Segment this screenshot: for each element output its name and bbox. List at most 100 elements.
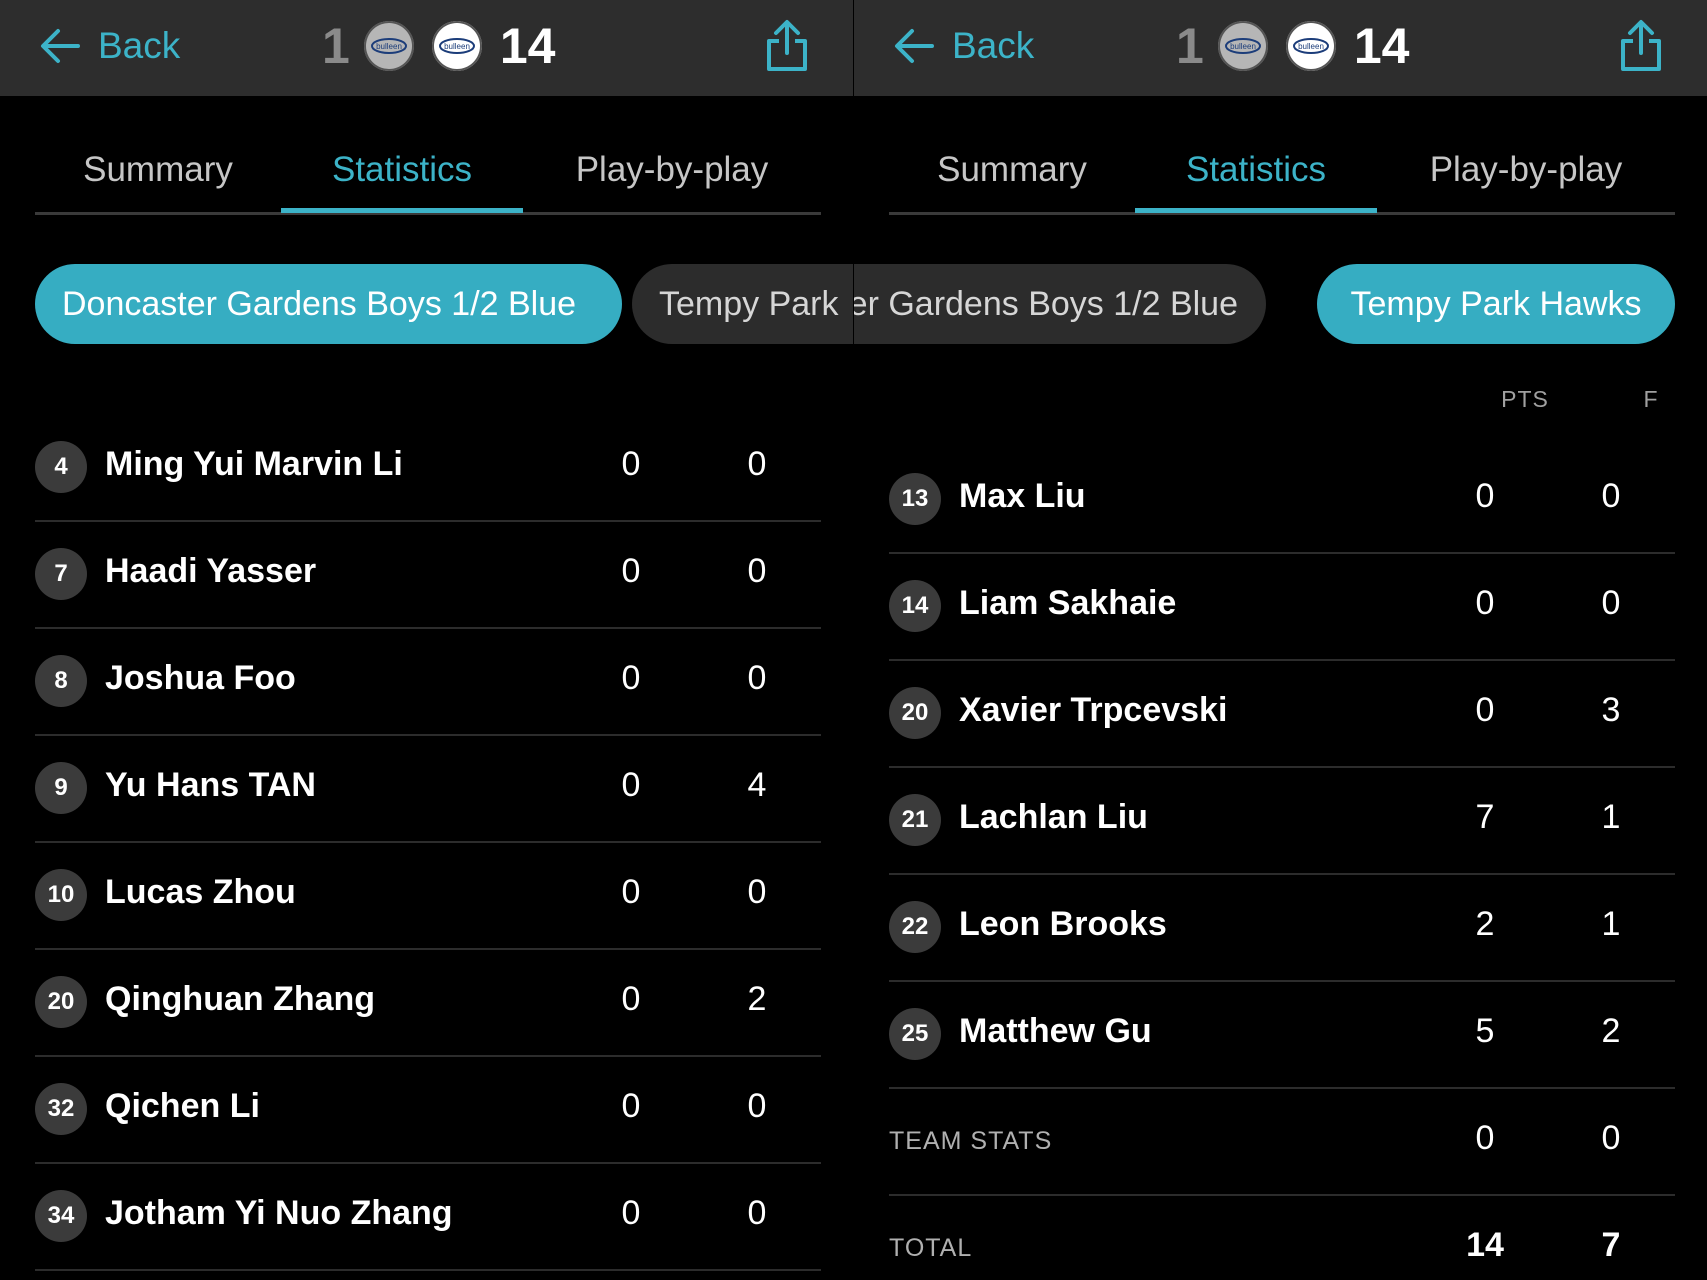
tab-summary[interactable]: Summary bbox=[35, 128, 281, 212]
tab-play-by-play[interactable]: Play-by-play bbox=[1377, 128, 1675, 212]
arrow-left-icon bbox=[41, 29, 80, 63]
back-button[interactable]: Back bbox=[890, 16, 1034, 76]
arrow-left-icon bbox=[895, 29, 934, 63]
player-row[interactable]: 22 Leon Brooks 2 1 bbox=[889, 875, 1675, 982]
fouls-value: 1 bbox=[1601, 798, 1621, 836]
total-label: TOTAL bbox=[889, 1234, 973, 1262]
pts-value: 0 bbox=[621, 445, 641, 483]
fouls-value: 0 bbox=[747, 659, 767, 697]
player-row[interactable]: 8 Joshua Foo 0 0 bbox=[35, 629, 821, 736]
svg-text:bulleen: bulleen bbox=[1230, 42, 1256, 51]
team-pill-tempy-park-hawks[interactable]: Tempy Park Hawks bbox=[1317, 264, 1675, 344]
player-name: Matthew Gu bbox=[959, 1012, 1152, 1050]
team-stats-row: TEAM STATS 0 0 bbox=[889, 1089, 1675, 1196]
svg-text:bulleen: bulleen bbox=[444, 42, 470, 51]
pts-value: 0 bbox=[621, 1194, 641, 1232]
fouls-value: 0 bbox=[1601, 477, 1621, 515]
player-row[interactable]: 32 Qichen Li 0 0 bbox=[35, 1057, 821, 1164]
player-name: Liam Sakhaie bbox=[959, 584, 1177, 622]
tab-statistics[interactable]: Statistics bbox=[281, 128, 523, 212]
jersey-number: 14 bbox=[889, 580, 941, 632]
home-score: 1 bbox=[322, 18, 350, 74]
fouls-value: 0 bbox=[747, 1087, 767, 1125]
jersey-number: 22 bbox=[889, 901, 941, 953]
player-name: Qichen Li bbox=[105, 1087, 260, 1125]
player-row[interactable]: 4 Ming Yui Marvin Li 0 0 bbox=[35, 415, 821, 522]
team-stats-fouls: 0 bbox=[1601, 1119, 1621, 1157]
jersey-number: 21 bbox=[889, 794, 941, 846]
top-bar: Back 1 bulleen bulleen 14 bbox=[854, 0, 1707, 96]
total-fouls: 7 bbox=[1601, 1226, 1621, 1264]
svg-text:bulleen: bulleen bbox=[1298, 42, 1324, 51]
scoreboard: 1 bulleen bulleen 14 bbox=[322, 10, 555, 82]
active-tab-indicator bbox=[281, 208, 523, 213]
team-stats-label: TEAM STATS bbox=[889, 1127, 1053, 1155]
home-team-logo-icon: bulleen bbox=[1217, 21, 1268, 71]
back-button[interactable]: Back bbox=[36, 16, 180, 76]
pts-value: 0 bbox=[621, 552, 641, 590]
away-score: 14 bbox=[1353, 18, 1410, 74]
active-tab-indicator bbox=[1135, 208, 1377, 213]
player-row[interactable]: 14 Liam Sakhaie 0 0 bbox=[889, 554, 1675, 661]
player-row[interactable]: 10 Lucas Zhou 0 0 bbox=[35, 843, 821, 950]
jersey-number: 4 bbox=[35, 441, 87, 493]
fouls-value: 0 bbox=[747, 873, 767, 911]
pts-value: 0 bbox=[621, 659, 641, 697]
pts-value: 2 bbox=[1475, 905, 1495, 943]
back-label: Back bbox=[952, 25, 1035, 66]
pts-value: 5 bbox=[1475, 1012, 1495, 1050]
player-name: Leon Brooks bbox=[959, 905, 1167, 943]
jersey-number: 25 bbox=[889, 1008, 941, 1060]
tab-statistics[interactable]: Statistics bbox=[1135, 128, 1377, 212]
home-score: 1 bbox=[1176, 18, 1204, 74]
player-row[interactable]: 21 Lachlan Liu 7 1 bbox=[889, 768, 1675, 875]
column-header-fouls: F bbox=[1643, 386, 1659, 412]
fouls-value: 0 bbox=[1601, 584, 1621, 622]
team-selector: ster Gardens Boys 1/2 Blue Tempy Park Ha… bbox=[854, 264, 1707, 344]
player-row[interactable]: 20 Xavier Trpcevski 0 3 bbox=[889, 661, 1675, 768]
column-header-pts: PTS bbox=[1501, 386, 1549, 412]
away-team-logo-icon: bulleen bbox=[1285, 21, 1336, 71]
tab-play-by-play[interactable]: Play-by-play bbox=[523, 128, 821, 212]
player-row[interactable]: 25 Matthew Gu 5 2 bbox=[889, 982, 1675, 1089]
player-name: Haadi Yasser bbox=[105, 552, 317, 590]
pts-value: 0 bbox=[1475, 691, 1495, 729]
jersey-number: 34 bbox=[35, 1190, 87, 1242]
away-team-logo-icon: bulleen bbox=[431, 21, 482, 71]
team-pill-doncaster[interactable]: Doncaster Gardens Boys 1/2 Blue bbox=[35, 264, 622, 344]
jersey-number: 20 bbox=[35, 976, 87, 1028]
share-button[interactable] bbox=[757, 16, 817, 76]
player-name: Max Liu bbox=[959, 477, 1086, 515]
player-name: Xavier Trpcevski bbox=[959, 691, 1228, 729]
player-stats-list: 13 Max Liu 0 0 14 Liam Sakhaie 0 0 20 Xa… bbox=[889, 447, 1675, 1280]
pts-value: 0 bbox=[1475, 477, 1495, 515]
team-pill-doncaster[interactable]: ster Gardens Boys 1/2 Blue bbox=[854, 264, 1266, 344]
pts-value: 0 bbox=[621, 873, 641, 911]
player-row[interactable]: 9 Yu Hans TAN 0 4 bbox=[35, 736, 821, 843]
fouls-value: 3 bbox=[1601, 691, 1621, 729]
share-icon bbox=[767, 20, 807, 71]
share-icon bbox=[1621, 20, 1661, 71]
total-row: TOTAL 14 7 bbox=[889, 1196, 1675, 1280]
total-pts: 14 bbox=[1466, 1226, 1504, 1264]
player-row[interactable]: 7 Haadi Yasser 0 0 bbox=[35, 522, 821, 629]
fouls-value: 0 bbox=[747, 552, 767, 590]
scoreboard: 1 bulleen bulleen 14 bbox=[1176, 10, 1409, 82]
jersey-number: 20 bbox=[889, 687, 941, 739]
fouls-value: 0 bbox=[747, 1194, 767, 1232]
tab-summary[interactable]: Summary bbox=[889, 128, 1135, 212]
fouls-value: 2 bbox=[747, 980, 767, 1018]
player-row[interactable]: 13 Max Liu 0 0 bbox=[889, 447, 1675, 554]
jersey-number: 10 bbox=[35, 869, 87, 921]
player-name: Yu Hans TAN bbox=[105, 766, 316, 804]
player-name: Joshua Foo bbox=[105, 659, 296, 697]
left-screen: Back 1 bulleen bulleen 14 Summary Statis… bbox=[0, 0, 853, 1280]
jersey-number: 9 bbox=[35, 762, 87, 814]
fouls-value: 0 bbox=[747, 445, 767, 483]
player-row[interactable]: 20 Qinghuan Zhang 0 2 bbox=[35, 950, 821, 1057]
player-name: Jotham Yi Nuo Zhang bbox=[105, 1194, 453, 1232]
jersey-number: 7 bbox=[35, 548, 87, 600]
share-button[interactable] bbox=[1611, 16, 1671, 76]
team-pill-tempy-park[interactable]: Tempy Park bbox=[632, 264, 853, 344]
player-row[interactable]: 34 Jotham Yi Nuo Zhang 0 0 bbox=[35, 1164, 821, 1271]
